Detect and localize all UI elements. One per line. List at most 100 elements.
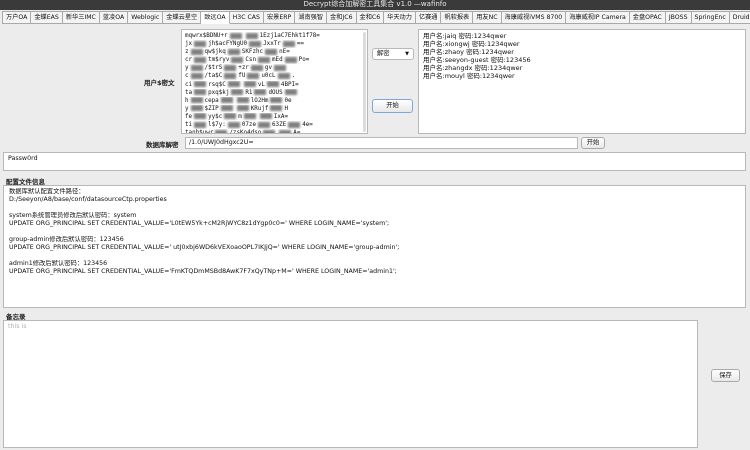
cipher-fragment: nE= [279, 49, 290, 56]
tab-item[interactable]: 新华三IMC [62, 11, 100, 24]
config-info-textarea[interactable]: 数据库默认配置文件路径： D:/Seeyon/A8/base/conf/datas… [3, 185, 746, 308]
cipher-fragment: . [291, 73, 296, 80]
cipher-fragment: u0cL [261, 73, 276, 80]
tab-item[interactable]: 湖南强智 [295, 11, 328, 24]
cipher-fragment: c [185, 73, 189, 80]
cipher-fragment: Csn [245, 57, 257, 64]
cipher-fragment: yy$c [208, 113, 223, 120]
memo-textarea[interactable]: this is [3, 320, 698, 448]
cipher-fragment: 4e= [302, 122, 313, 129]
redaction-block [245, 32, 258, 39]
cipher-fragment: pxq$kj [208, 89, 230, 96]
redaction-block [194, 121, 207, 128]
tab-item[interactable]: 金和JC6 [327, 11, 357, 24]
cipher-line: mqwrx$BDNU+r 1Ezj1aC7Ehkt1f78= [185, 32, 364, 40]
cipher-line: jx jh$acFYNgU0 JxxTr == [185, 40, 364, 48]
tab-item[interactable]: H3C CAS [229, 11, 264, 24]
db-start-button[interactable]: 开始 [581, 137, 605, 149]
config-line: admin1修改后默认密码：123456 [9, 260, 108, 267]
config-line [9, 228, 740, 236]
user-list-output[interactable]: 用户名:jaiq 密码:1234qwer 用户名:xiongwj 密码:1234q… [418, 29, 746, 134]
redaction-block [258, 121, 271, 128]
cipher-fragment: y [185, 65, 189, 72]
tab-item[interactable]: Druid [729, 11, 750, 24]
config-line: group-admin修改后默认密码：123456 [9, 236, 124, 243]
tab-item[interactable]: 金盘OPAC [629, 11, 666, 24]
redaction-block [243, 113, 256, 120]
redaction-block [258, 56, 271, 63]
cipher-fragment: z [185, 49, 189, 56]
redaction-block [249, 40, 262, 47]
cipher-scrollbar[interactable] [363, 32, 366, 132]
cipher-label: 用户$密文 [144, 79, 175, 87]
tab-item[interactable]: 亿赛通 [415, 11, 442, 24]
redaction-block [243, 81, 256, 88]
cipher-fragment: /$trS [204, 65, 223, 72]
redaction-block [279, 129, 292, 133]
cipher-fragment: A= [293, 130, 301, 134]
redaction-block [227, 81, 240, 88]
tab-item[interactable]: 万户OA [2, 11, 32, 24]
tab-item[interactable]: 蓝凌OA [99, 11, 129, 24]
cipher-line: tanh$uwr/zsKo4dso A= [185, 129, 364, 134]
redaction-block [227, 48, 240, 55]
redaction-block [263, 129, 276, 133]
tab-item[interactable]: 金和C6 [356, 11, 385, 24]
redaction-block [194, 40, 207, 47]
cipher-line: ta pxq$kj R1 dOUS [185, 89, 364, 97]
decrypt-start-button[interactable]: 开始 [372, 99, 413, 113]
cipher-fragment: mEd [272, 57, 283, 64]
tab-item[interactable]: JBOSS [665, 11, 692, 24]
redaction-block [227, 121, 240, 128]
password-result-field[interactable]: Passw0rd [3, 152, 746, 171]
redaction-block [194, 81, 207, 88]
cipher-fragment: JxxTr [263, 41, 281, 48]
cipher-line: z qw$jkq SKFzhc nE= [185, 48, 364, 56]
redaction-block [224, 113, 237, 120]
cipher-line: y /$trS +zr gv [185, 64, 364, 72]
cipher-line: ti l$7y: 07ze 63ZE 4e= [185, 121, 364, 129]
tab-item[interactable]: 华天动力 [384, 11, 416, 24]
method-select[interactable]: 解密 ▼ [372, 48, 414, 60]
user-entry: 用户名:jaiq 密码:1234qwer [423, 32, 507, 40]
window-title: Decrypt综合加解密工具集合 v1.0 —wafinfo [0, 0, 750, 10]
redaction-block [270, 97, 283, 104]
cipher-fragment: mqwrx$BDNU+r [185, 33, 228, 39]
cipher-line: fe yy$c m IxA= [185, 113, 364, 121]
cipher-fragment: ti [185, 122, 193, 129]
cipher-fragment: tm$ryv [208, 57, 230, 64]
tab-item[interactable]: 金蝶EAS [31, 11, 63, 24]
tab-item[interactable]: 金蝶云星空 [163, 11, 202, 24]
config-line: 数据库默认配置文件路径： [9, 188, 85, 195]
redaction-block [247, 72, 260, 79]
cipher-fragment: gv [264, 65, 273, 72]
cipher-textarea[interactable]: mqwrx$BDNU+r 1Ezj1aC7Ehkt1f78= jx jh$acFYNg… [181, 29, 368, 134]
redaction-block [194, 113, 207, 120]
cipher-line: y $ZIP KRujf H [185, 105, 364, 113]
tab-item[interactable]: 海康威视iVMS 8700 [501, 11, 567, 24]
cipher-fragment: H [284, 105, 289, 112]
cipher-fragment: IxA= [273, 113, 289, 120]
cipher-fragment: h [185, 97, 189, 104]
cipher-fragment: Po= [298, 57, 310, 64]
user-entry: 用户名:zhaoy 密码:1234qwer [423, 48, 514, 56]
tab-item[interactable]: 帆软报表 [441, 11, 474, 24]
tab-item[interactable]: 致远OA [201, 11, 230, 24]
cipher-line: ci rsq$C vL 4BPI= [185, 81, 364, 89]
cipher-fragment: rsq$C [208, 81, 226, 88]
cipher-fragment: qw$jkq [204, 49, 226, 56]
tab-item[interactable]: SpringEnc [691, 11, 730, 24]
tab-item[interactable]: Weblogic [128, 11, 164, 24]
redaction-block [194, 56, 207, 63]
cipher-fragment: dOUS [268, 89, 283, 96]
tab-item[interactable]: 用友NC [473, 11, 502, 24]
cipher-fragment: == [296, 41, 304, 48]
cipher-fragment: l$7y: [208, 122, 226, 129]
cipher-fragment: jh$acFYNgU0 [208, 41, 248, 48]
tab-item[interactable]: 海康威视IP Camera [566, 11, 630, 24]
db-decrypt-input[interactable]: /1.0/UWJ0dHgxc2U= [185, 137, 578, 149]
redaction-block [190, 72, 203, 79]
tab-item[interactable]: 宏景ERP [263, 11, 296, 24]
save-button[interactable]: 保存 [711, 369, 740, 382]
redaction-block [284, 89, 297, 96]
